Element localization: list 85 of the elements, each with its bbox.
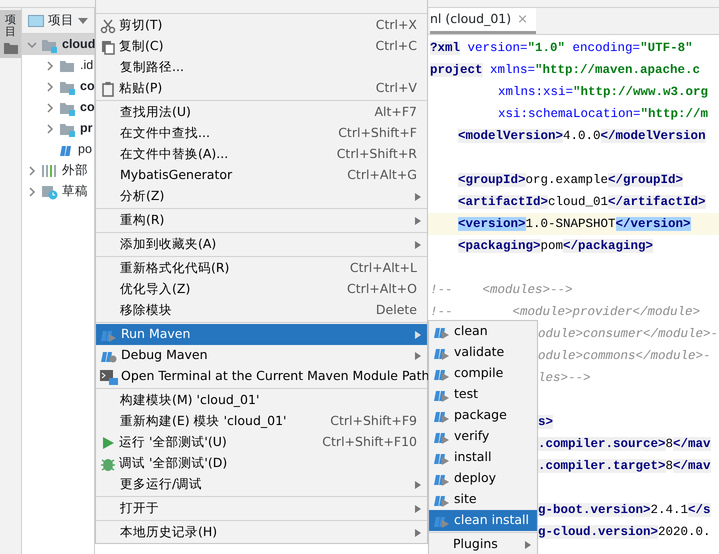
tree-item[interactable]: co — [22, 76, 94, 97]
shortcut-text: Ctrl+Shift+R — [336, 145, 417, 164]
menu-item[interactable]: 复制路径... — [96, 57, 427, 78]
menu-item[interactable]: 在文件中替换(A)... Ctrl+Shift+R — [96, 144, 427, 165]
menu-item[interactable]: 在文件中查找... Ctrl+Shift+F — [96, 123, 427, 144]
menu-item[interactable]: test — [429, 384, 537, 405]
menu-item[interactable]: 重新格式化代码(R) Ctrl+Alt+L — [96, 258, 427, 279]
editor-tab[interactable]: nl (cloud_01) × — [430, 8, 536, 34]
code-line: !-- <module>provider</module> — [430, 305, 700, 319]
menu-item[interactable]: site — [429, 489, 537, 510]
shortcut-text: Ctrl+Shift+F9 — [330, 412, 417, 430]
menu-item[interactable]: compile — [429, 363, 537, 384]
code-line: <version>1.0-SNAPSHOT</version> — [458, 217, 691, 231]
menu-item[interactable]: verify — [429, 426, 537, 447]
menu-item[interactable]: 更多运行/调试 — [96, 474, 427, 495]
menu-item[interactable]: package — [429, 405, 537, 426]
menu-item[interactable]: 剪切(T) Ctrl+X — [96, 15, 427, 36]
code-line: <packaging>pom</packaging> — [458, 239, 654, 253]
menu-item[interactable]: 本地历史记录(H) — [96, 522, 427, 543]
code-line: les>--> — [538, 371, 591, 385]
code-line: xmlns:xsi="http://www.w3.org — [498, 85, 708, 99]
menu-item[interactable]: validate — [429, 342, 537, 363]
code-line: g-boot.version>2.4.1</s — [538, 503, 711, 517]
project-view-icon — [28, 14, 44, 28]
scratch-file-icon — [41, 184, 59, 200]
tree-item[interactable]: po — [22, 139, 94, 160]
shortcut-text: Alt+F7 — [374, 103, 417, 122]
code-line: odule>consumer</module>- — [538, 327, 718, 341]
shortcut-text: Delete — [376, 301, 417, 320]
shortcut-text: Ctrl+Alt+G — [347, 166, 417, 184]
menu-item[interactable]: clean — [429, 321, 537, 342]
menu-item[interactable]: 重构(R) — [96, 210, 427, 231]
menu-item[interactable]: 查找用法(U) Alt+F7 — [96, 102, 427, 123]
menu-item[interactable]: Run Maven — [96, 324, 427, 345]
code-line: .compiler.target>8</mav — [538, 459, 711, 473]
menu-item[interactable]: Open Terminal at the Current Maven Module Path — [96, 366, 427, 387]
shortcut-text: Ctrl+Alt+L — [350, 259, 417, 278]
clipboard-icon — [100, 80, 116, 96]
code-line: <groupId>org.example</groupId> — [458, 173, 684, 187]
menu-item[interactable]: 复制(C) Ctrl+C — [96, 36, 427, 57]
shortcut-text: Ctrl+Shift+F — [338, 124, 417, 142]
menu-item[interactable]: 运行 '全部测试'(U) Ctrl+Shift+F10 — [96, 432, 427, 453]
code-line: project xmlns="http://maven.apache.c — [430, 63, 700, 77]
code-line: !-- <modules>--> — [430, 283, 573, 297]
code-line: odule>commons</module>- — [538, 349, 711, 363]
shortcut-text: Ctrl+X — [376, 16, 417, 34]
shortcut-text: Ctrl+V — [376, 79, 417, 98]
tree-item[interactable]: 草稿 — [22, 181, 94, 202]
menu-item[interactable]: Plugins — [429, 534, 537, 554]
tree-item[interactable]: cloud — [22, 34, 94, 55]
play-icon — [100, 434, 116, 450]
copy-icon — [100, 38, 116, 54]
menu-item[interactable]: 分析(Z) — [96, 186, 427, 207]
tree-item[interactable]: pr — [22, 118, 94, 139]
code-line: xsi:schemaLocation="http://m — [498, 107, 708, 121]
code-line: .compiler.source>8</mav — [538, 437, 711, 451]
tree-item[interactable]: .id — [22, 55, 94, 76]
menu-item[interactable]: deploy — [429, 468, 537, 489]
menu-item[interactable]: Debug Maven — [96, 345, 427, 366]
library-icon — [41, 162, 59, 178]
code-line: <artifactId>cloud_01</artifactId> — [458, 195, 706, 209]
tool-window-tab[interactable]: 项目 — [0, 10, 21, 58]
tree-item[interactable]: 外部 — [22, 160, 94, 181]
panel-title: 项目 — [48, 12, 74, 30]
shortcut-text: Ctrl+Shift+F10 — [322, 433, 417, 452]
tree-item[interactable]: co — [22, 97, 94, 118]
menu-item[interactable]: 移除模块 Delete — [96, 300, 427, 321]
menu-item[interactable]: 优化导入(Z) Ctrl+Alt+O — [96, 279, 427, 300]
dropdown-caret-icon — [78, 18, 88, 24]
menu-item[interactable]: MybatisGenerator Ctrl+Alt+G — [96, 165, 427, 186]
menu-item[interactable]: 打开于 — [96, 498, 427, 519]
code-line: ?xml version="1.0" encoding="UTF-8" — [430, 41, 693, 55]
menu-item[interactable]: 调试 '全部测试'(D) — [96, 453, 427, 474]
shortcut-text: Ctrl+C — [376, 37, 417, 56]
menu-item[interactable]: 粘贴(P) Ctrl+V — [96, 78, 427, 99]
menu-item[interactable]: 添加到收藏夹(A) — [96, 234, 427, 255]
menu-item[interactable]: 构建模块(M) 'cloud_01' — [96, 390, 427, 411]
scissors-icon — [100, 18, 116, 34]
menu-item[interactable]: install — [429, 447, 537, 468]
code-line: <modelVersion>4.0.0</modelVersion — [458, 129, 706, 143]
menu-item[interactable]: clean install — [429, 510, 537, 531]
menu-item[interactable]: 重新构建(E) 模块 'cloud_01' Ctrl+Shift+F9 — [96, 411, 427, 432]
shortcut-text: Ctrl+Alt+O — [347, 280, 417, 298]
terminal-icon — [100, 368, 118, 384]
folder-icon — [4, 42, 18, 54]
